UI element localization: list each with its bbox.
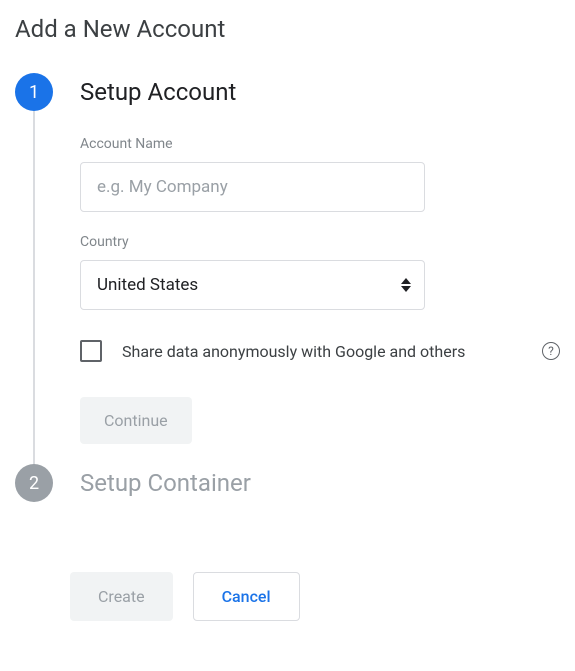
- account-name-label: Account Name: [80, 136, 560, 152]
- step-2: 2 Setup Container: [15, 464, 560, 522]
- account-name-input[interactable]: [80, 162, 425, 212]
- stepper: 1 Setup Account Account Name Country Uni…: [15, 73, 560, 522]
- country-select-wrapper: United States: [80, 260, 425, 310]
- help-icon[interactable]: ?: [542, 342, 560, 360]
- continue-button[interactable]: Continue: [80, 397, 192, 444]
- share-data-label: Share data anonymously with Google and o…: [122, 342, 534, 361]
- step-1-title: Setup Account: [80, 73, 560, 111]
- share-data-row: Share data anonymously with Google and o…: [80, 340, 560, 362]
- step-2-number: 2: [15, 464, 53, 502]
- cancel-button[interactable]: Cancel: [193, 572, 300, 621]
- country-select[interactable]: United States: [80, 260, 425, 310]
- create-button[interactable]: Create: [70, 572, 173, 621]
- country-label: Country: [80, 234, 560, 250]
- step-1: 1 Setup Account Account Name Country Uni…: [15, 73, 560, 464]
- step-1-number: 1: [15, 73, 53, 111]
- share-data-checkbox[interactable]: [80, 340, 102, 362]
- step-connector: [33, 111, 35, 482]
- footer-buttons: Create Cancel: [70, 572, 560, 621]
- page-title: Add a New Account: [15, 15, 560, 43]
- step-2-title: Setup Container: [80, 464, 560, 502]
